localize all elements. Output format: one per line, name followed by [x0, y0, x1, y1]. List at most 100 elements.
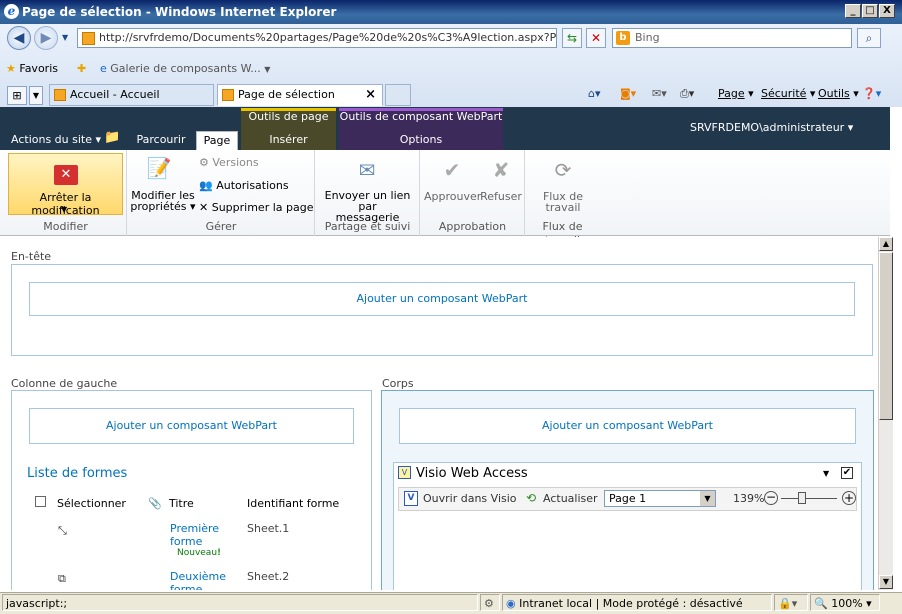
refresh-icon: ⟲	[526, 491, 537, 505]
security-zone-label: Intranet local | Mode protégé : désactiv…	[519, 597, 743, 610]
stop-icon[interactable]: ✕	[586, 28, 606, 48]
reject-button[interactable]: Refuser	[480, 191, 522, 202]
zoom-in-icon[interactable]: +	[842, 491, 856, 505]
edit-properties-label-2-text: propriétés	[130, 200, 187, 213]
user-menu[interactable]: SRVFRDEMO\administrateur ▾	[690, 121, 853, 134]
row-title-line-2[interactable]: forme	[170, 535, 202, 548]
versions-button[interactable]: ⚙ Versions	[199, 156, 259, 169]
tab-accueil[interactable]: Accueil - Accueil	[49, 84, 214, 106]
shapes-list-title[interactable]: Liste de formes	[27, 466, 127, 481]
chevron-down-icon[interactable]: ▼	[700, 491, 715, 506]
chevron-down-icon[interactable]: ▼	[61, 205, 67, 214]
page-content: En-tête Ajouter un composant WebPart Col…	[0, 237, 878, 590]
tab-list-icon[interactable]: ▼	[29, 86, 43, 105]
webpart-menu-icon[interactable]: ▼	[823, 469, 829, 478]
tools-menu[interactable]: Outils ▾	[818, 86, 859, 102]
scrollbar-thumb[interactable]	[879, 252, 893, 420]
minimize-button[interactable]: _	[845, 4, 861, 18]
globe-icon: ◉	[506, 597, 516, 610]
tab-page-selection[interactable]: Page de sélection ×	[217, 84, 383, 106]
tab-label: Page de sélection	[238, 88, 335, 101]
addon-icon[interactable]: ⚙	[480, 594, 500, 611]
page-menu-label: Page	[718, 87, 745, 100]
approve-button[interactable]: Approuver	[424, 191, 481, 202]
refresh-icon[interactable]: ⇆	[562, 28, 582, 48]
navigate-up-icon[interactable]: 📁	[104, 130, 120, 145]
permissions-button[interactable]: 👥 Autorisations	[199, 179, 289, 192]
resize-shape-icon: ⤡	[58, 524, 67, 537]
quick-tabs-icon[interactable]: ⊞	[7, 86, 27, 105]
add-webpart-left[interactable]: Ajouter un composant WebPart	[29, 408, 354, 444]
history-dropdown-icon[interactable]: ▼	[62, 33, 68, 42]
security-menu[interactable]: Sécurité ▾	[761, 86, 815, 102]
add-favorite-icon[interactable]: ✚	[77, 62, 86, 76]
open-in-visio-button[interactable]: Ouvrir dans Visio	[423, 492, 517, 505]
column-select: Sélectionner	[57, 497, 126, 510]
table-row[interactable]: ⤡ Première forme Nouveau! Sheet.1	[20, 521, 360, 567]
scroll-down-icon[interactable]: ▼	[879, 575, 893, 589]
home-icon[interactable]: ⌂▾	[588, 86, 601, 102]
scroll-up-icon[interactable]: ▲	[879, 237, 893, 251]
permissions-icon: 👥	[199, 179, 213, 192]
web-slice-gallery[interactable]: e Galerie de composants W... ▼	[100, 62, 270, 77]
zoom-out-icon[interactable]: −	[764, 491, 778, 505]
print-icon[interactable]: ⎙▾	[680, 86, 694, 102]
help-icon[interactable]: ❓▾	[862, 86, 881, 102]
zoom-slider-track[interactable]	[781, 498, 837, 499]
tab-options[interactable]: Options	[339, 131, 503, 150]
left-zone-title: Colonne de gauche	[11, 377, 118, 390]
tab-parcourir[interactable]: Parcourir	[131, 131, 191, 150]
tab-page[interactable]: Page	[196, 131, 238, 150]
add-webpart-header[interactable]: Ajouter un composant WebPart	[29, 282, 855, 316]
visio-webpart	[393, 462, 862, 590]
feeds-icon[interactable]: ◙▾	[620, 86, 636, 102]
column-shape-id: Identifiant forme	[247, 497, 340, 510]
zoom-control[interactable]: 🔍 100% ▾	[810, 594, 880, 611]
reject-icon: ✘	[492, 158, 510, 182]
row-title-line-1[interactable]: Première	[170, 522, 219, 535]
ctx-webpart-tools-label: Outils de composant WebPart	[339, 110, 503, 123]
edit-properties-button[interactable]: Modifier les propriétés ▾	[130, 190, 196, 212]
page-select[interactable]: Page 1 ▼	[604, 490, 716, 507]
search-input[interactable]: b Bing	[612, 28, 852, 48]
delete-page-button[interactable]: ✕ Supprimer la page	[199, 201, 314, 214]
select-all-checkbox[interactable]	[35, 496, 46, 507]
workflow-button[interactable]: Flux de travail	[528, 191, 598, 213]
mail-icon[interactable]: ✉▾	[652, 86, 667, 102]
email-icon: ✉	[358, 158, 376, 182]
row-title-line-1[interactable]: Deuxième	[170, 570, 226, 583]
refresh-button[interactable]: Actualiser	[543, 492, 598, 505]
add-webpart-body[interactable]: Ajouter un composant WebPart	[399, 408, 856, 444]
visio-webpart-icon: V	[398, 466, 411, 479]
row-shape-id: Sheet.1	[247, 522, 290, 535]
visio-webpart-title: Visio Web Access	[416, 466, 528, 481]
close-tab-icon[interactable]: ×	[365, 85, 376, 105]
ctx-page-tools-label: Outils de page	[248, 110, 329, 123]
protected-mode-icon[interactable]: 🔒▾	[774, 594, 808, 611]
group-modifier-label: Modifier	[43, 220, 88, 233]
page-menu[interactable]: Page ▾	[718, 86, 754, 102]
tab-favicon	[54, 89, 66, 101]
email-link-button[interactable]: Envoyer un lien par messagerie	[317, 190, 418, 223]
new-tab-button[interactable]	[385, 84, 411, 106]
close-window-button[interactable]: X	[879, 4, 895, 18]
favorites-button[interactable]: ★ Favoris	[6, 62, 58, 76]
address-bar[interactable]: http://srvfrdemo/Documents%20partages/Pa…	[77, 28, 557, 48]
search-icon[interactable]: ⌕	[857, 28, 881, 48]
zoom-slider-thumb[interactable]	[798, 492, 806, 504]
row-title-line-2[interactable]: forme	[170, 583, 202, 590]
permissions-label: Autorisations	[216, 179, 289, 192]
delete-page-label: Supprimer la page	[211, 201, 314, 214]
forward-button[interactable]: ▶	[34, 26, 58, 50]
security-zone[interactable]: ◉ Intranet local | Mode protégé : désact…	[502, 594, 772, 611]
body-zone-title: Corps	[382, 377, 414, 390]
maximize-button[interactable]: □	[862, 4, 878, 18]
back-button[interactable]: ◀	[7, 26, 31, 50]
webpart-select-checkbox[interactable]: ✔	[841, 467, 853, 479]
tab-inserer[interactable]: Insérer	[241, 131, 336, 150]
stop-edit-button[interactable]: ✕ Arrêter la modification ▼	[8, 153, 123, 217]
window-title: Page de sélection - Windows Internet Exp…	[22, 5, 337, 19]
table-row[interactable]: ⧉ Deuxième forme Sheet.2	[20, 569, 360, 590]
approve-icon: ✔	[443, 158, 461, 182]
site-actions-menu[interactable]: Actions du site ▾	[11, 131, 101, 148]
